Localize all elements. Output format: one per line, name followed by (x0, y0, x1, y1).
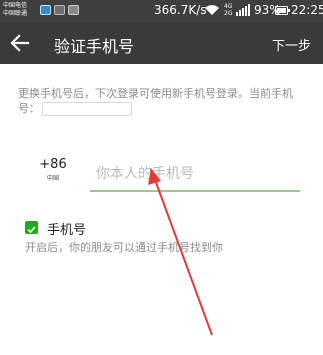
carrier-line-1: 中国电信 (3, 2, 28, 9)
next-button[interactable]: 下一步 (272, 35, 311, 54)
app-notification-icon (40, 5, 51, 15)
back-arrow-icon (10, 34, 30, 52)
wifi-icon (205, 5, 219, 15)
notification-icons (40, 5, 79, 15)
net-speed: 366.7K/s (154, 3, 207, 17)
change-phone-hint: 更换手机号后，下次登录可使用新手机号登录。当前手机号： (18, 86, 308, 116)
country-name: 中国 (46, 175, 59, 182)
gallery-notification-icon (68, 5, 79, 15)
annotation-arrow-icon (148, 168, 213, 336)
network-type: 4G 2G (224, 3, 233, 17)
country-code: +86 (39, 157, 67, 172)
image-notification-icon (54, 5, 65, 15)
status-bar: 中国电信 中国联通 366.7K/s 4G 2G 93% 22:25 (0, 0, 323, 22)
carrier-line-2: 中国联通 (3, 10, 28, 17)
title-bar: 验证手机号 下一步 (0, 22, 323, 64)
battery-icon (275, 6, 290, 15)
page-title: 验证手机号 (54, 37, 135, 56)
phone-searchable-checkbox[interactable] (25, 221, 38, 234)
checkmark-icon (27, 226, 36, 234)
current-phone-field (42, 102, 132, 116)
carrier-info: 中国电信 中国联通 (3, 2, 27, 18)
signal-icon (236, 4, 250, 16)
country-code-selector[interactable]: +86 中国 (28, 157, 78, 187)
back-button[interactable] (8, 31, 32, 55)
clock: 22:25 (291, 3, 323, 17)
checkbox-label: 手机号 (47, 223, 87, 238)
